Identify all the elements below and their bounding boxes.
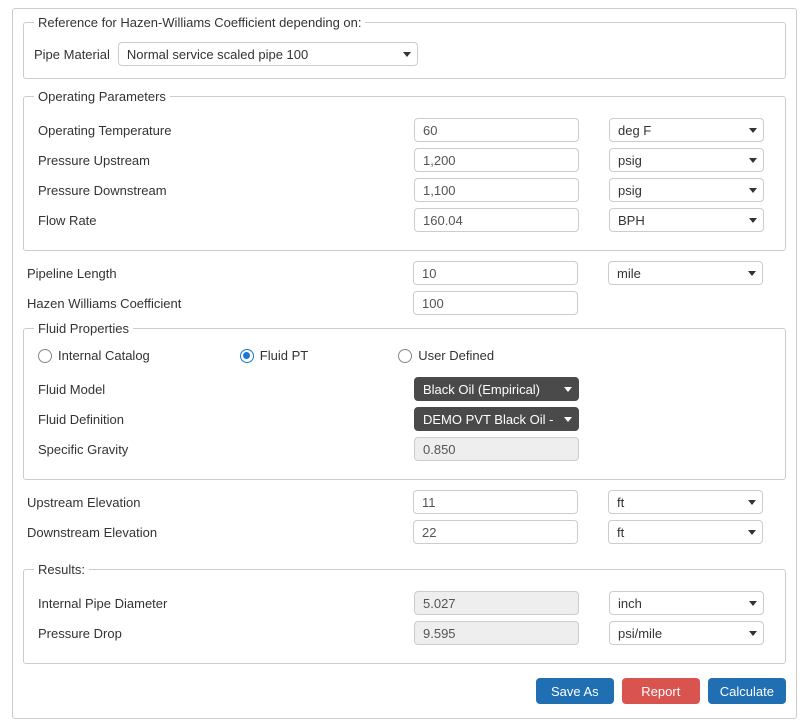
specific-gravity-label: Specific Gravity: [34, 442, 414, 457]
calculate-button[interactable]: Calculate: [708, 678, 786, 704]
radio-icon: [398, 349, 412, 363]
fluid-internal-catalog-label: Internal Catalog: [58, 348, 150, 363]
pressure-upstream-unit-select[interactable]: psig: [609, 148, 764, 172]
downstream-elevation-unit: ft: [617, 525, 624, 540]
fluid-fieldset: Fluid Properties Internal Catalog Fluid …: [23, 321, 786, 480]
pressure-upstream-unit: psig: [618, 153, 642, 168]
pipeline-length-label: Pipeline Length: [23, 266, 413, 281]
chevron-down-icon: [749, 128, 757, 133]
downstream-elevation-label: Downstream Elevation: [23, 525, 413, 540]
pressure-drop-output: [414, 621, 579, 645]
chevron-down-icon: [564, 417, 572, 422]
operating-temperature-label: Operating Temperature: [34, 123, 414, 138]
fluid-model-label: Fluid Model: [34, 382, 414, 397]
pipeline-length-unit-select[interactable]: mile: [608, 261, 763, 285]
upstream-elevation-label: Upstream Elevation: [23, 495, 413, 510]
fluid-legend: Fluid Properties: [34, 321, 133, 336]
form-container: Reference for Hazen-Williams Coefficient…: [12, 8, 797, 719]
pressure-downstream-label: Pressure Downstream: [34, 183, 414, 198]
report-button[interactable]: Report: [622, 678, 700, 704]
fluid-definition-value: DEMO PVT Black Oil - DEM: [423, 412, 553, 427]
pressure-downstream-unit: psig: [618, 183, 642, 198]
chevron-down-icon: [748, 530, 756, 535]
fluid-internal-catalog-radio[interactable]: Internal Catalog: [38, 348, 150, 363]
downstream-elevation-input[interactable]: [413, 520, 578, 544]
flow-rate-unit-select[interactable]: BPH: [609, 208, 764, 232]
operating-temperature-unit: deg F: [618, 123, 651, 138]
upstream-elevation-unit-select[interactable]: ft: [608, 490, 763, 514]
internal-pipe-diameter-label: Internal Pipe Diameter: [34, 596, 414, 611]
pressure-drop-unit-select[interactable]: psi/mile: [609, 621, 764, 645]
chevron-down-icon: [749, 188, 757, 193]
chevron-down-icon: [749, 158, 757, 163]
fluid-pt-label: Fluid PT: [260, 348, 308, 363]
chevron-down-icon: [564, 387, 572, 392]
fluid-pt-radio[interactable]: Fluid PT: [240, 348, 308, 363]
internal-pipe-diameter-unit: inch: [618, 596, 642, 611]
pipe-material-select[interactable]: Normal service scaled pipe 100: [118, 42, 418, 66]
operating-legend: Operating Parameters: [34, 89, 170, 104]
chevron-down-icon: [403, 52, 411, 57]
chevron-down-icon: [748, 271, 756, 276]
downstream-elevation-unit-select[interactable]: ft: [608, 520, 763, 544]
internal-pipe-diameter-unit-select[interactable]: inch: [609, 591, 764, 615]
fluid-definition-label: Fluid Definition: [34, 412, 414, 427]
pressure-downstream-unit-select[interactable]: psig: [609, 178, 764, 202]
pipeline-length-input[interactable]: [413, 261, 578, 285]
chevron-down-icon: [749, 631, 757, 636]
pipeline-length-unit: mile: [617, 266, 641, 281]
operating-temperature-unit-select[interactable]: deg F: [609, 118, 764, 142]
internal-pipe-diameter-output: [414, 591, 579, 615]
fluid-model-value: Black Oil (Empirical): [423, 382, 540, 397]
hw-coeff-input[interactable]: [413, 291, 578, 315]
hw-coeff-label: Hazen Williams Coefficient: [23, 296, 413, 311]
fluid-user-defined-radio[interactable]: User Defined: [398, 348, 494, 363]
operating-fieldset: Operating Parameters Operating Temperatu…: [23, 89, 786, 251]
pipe-material-value: Normal service scaled pipe 100: [127, 47, 308, 62]
button-bar: Save As Report Calculate: [23, 678, 786, 704]
chevron-down-icon: [748, 500, 756, 505]
pressure-drop-unit: psi/mile: [618, 626, 662, 641]
flow-rate-label: Flow Rate: [34, 213, 414, 228]
results-legend: Results:: [34, 562, 89, 577]
fluid-user-defined-label: User Defined: [418, 348, 494, 363]
chevron-down-icon: [749, 601, 757, 606]
chevron-down-icon: [749, 218, 757, 223]
specific-gravity-input: [414, 437, 579, 461]
upstream-elevation-input[interactable]: [413, 490, 578, 514]
radio-icon: [240, 349, 254, 363]
upstream-elevation-unit: ft: [617, 495, 624, 510]
fluid-model-select[interactable]: Black Oil (Empirical): [414, 377, 579, 401]
reference-legend: Reference for Hazen-Williams Coefficient…: [34, 15, 365, 30]
operating-temperature-input[interactable]: [414, 118, 579, 142]
pipe-material-label: Pipe Material: [34, 47, 110, 62]
flow-rate-unit: BPH: [618, 213, 645, 228]
radio-icon: [38, 349, 52, 363]
pressure-downstream-input[interactable]: [414, 178, 579, 202]
fluid-definition-select[interactable]: DEMO PVT Black Oil - DEM: [414, 407, 579, 431]
pressure-upstream-label: Pressure Upstream: [34, 153, 414, 168]
save-as-button[interactable]: Save As: [536, 678, 614, 704]
pressure-drop-label: Pressure Drop: [34, 626, 414, 641]
pressure-upstream-input[interactable]: [414, 148, 579, 172]
reference-fieldset: Reference for Hazen-Williams Coefficient…: [23, 15, 786, 79]
results-fieldset: Results: Internal Pipe Diameter inch Pre…: [23, 562, 786, 664]
flow-rate-input[interactable]: [414, 208, 579, 232]
